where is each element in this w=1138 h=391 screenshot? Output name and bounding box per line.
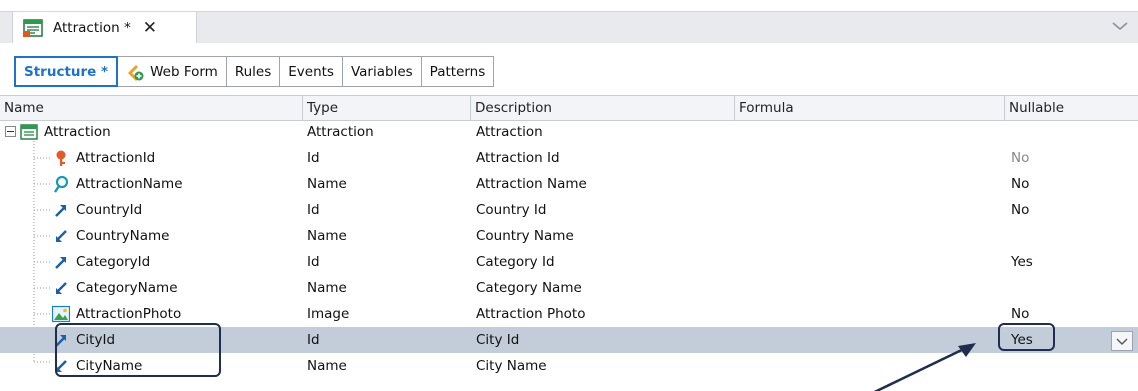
cell-type[interactable]: Image <box>307 301 349 327</box>
cell-description[interactable]: Category Name <box>476 275 582 301</box>
cell-description[interactable]: Attraction Name <box>476 171 587 197</box>
cell-name[interactable]: AttractionId <box>52 145 155 171</box>
cell-nullable[interactable]: No <box>1011 197 1029 223</box>
column-header-type[interactable]: Type <box>303 96 471 120</box>
highlight-box-city-attributes <box>55 323 221 377</box>
tab-events-label: Events <box>288 63 334 80</box>
cell-type[interactable]: Id <box>307 327 320 353</box>
cell-type[interactable]: Id <box>307 249 320 275</box>
tab-rules-label: Rules <box>234 63 272 80</box>
table-row[interactable]: AttractionName Name Attraction Name No <box>0 171 1138 197</box>
document-tab-attraction[interactable]: Attraction * ✕ <box>12 12 197 43</box>
image-icon <box>52 305 70 323</box>
tab-variables[interactable]: Variables <box>343 57 422 86</box>
table-row[interactable]: CategoryId Id Category Id Yes <box>0 249 1138 275</box>
chevron-down-icon <box>1116 338 1128 345</box>
table-row[interactable]: AttractionId Id Attraction Id No <box>0 145 1138 171</box>
cell-description[interactable]: Attraction Id <box>476 145 560 171</box>
cell-nullable[interactable]: No <box>1011 171 1029 197</box>
cell-description[interactable]: Category Id <box>476 249 555 275</box>
tab-web-form-label: Web Form <box>150 63 218 80</box>
cell-description[interactable]: Country Name <box>476 223 574 249</box>
tab-variables-label: Variables <box>350 63 413 80</box>
cell-type[interactable]: Name <box>307 171 347 197</box>
editor-sub-tabs: Structure * Web Form Rules Events Variab… <box>14 56 495 87</box>
inferred-attribute-icon <box>56 282 67 294</box>
index-search-icon <box>54 175 69 193</box>
modified-indicator: * <box>124 19 131 36</box>
cell-description[interactable]: City Id <box>476 327 519 353</box>
cell-type[interactable]: Id <box>307 197 320 223</box>
transaction-icon <box>20 124 38 140</box>
cell-nullable[interactable]: Yes <box>1011 249 1033 275</box>
cell-name[interactable]: AttractionName <box>52 171 183 197</box>
attribute-name: AttractionId <box>76 150 156 166</box>
document-tab-bar: Attraction * ✕ <box>0 11 1138 43</box>
cell-type[interactable]: Name <box>307 223 347 249</box>
primary-key-icon <box>56 150 66 166</box>
inferred-attribute-icon <box>56 230 67 242</box>
tab-patterns[interactable]: Patterns <box>422 57 494 86</box>
collapse-toggle-icon[interactable] <box>5 126 16 137</box>
attribute-name: CountryId <box>76 202 143 218</box>
column-header-description[interactable]: Description <box>471 96 735 120</box>
nullable-dropdown-button[interactable] <box>1111 331 1133 351</box>
foreign-key-icon <box>55 205 66 217</box>
tab-web-form[interactable]: Web Form <box>118 57 227 86</box>
cell-name[interactable]: Attraction <box>20 119 111 145</box>
cell-type[interactable]: Attraction <box>307 119 374 145</box>
annotation-arrow <box>873 343 976 391</box>
tab-patterns-label: Patterns <box>429 63 486 80</box>
table-row[interactable]: Attraction Attraction Attraction <box>0 119 1138 145</box>
attribute-name: CategoryId <box>76 254 151 270</box>
tab-rules[interactable]: Rules <box>227 57 281 86</box>
cell-nullable[interactable]: No <box>1011 145 1029 171</box>
cell-name[interactable]: CategoryId <box>52 249 150 275</box>
chevron-down-icon[interactable] <box>1108 14 1132 38</box>
attribute-name: CountryName <box>76 228 170 244</box>
table-row[interactable]: CategoryName Name Category Name <box>0 275 1138 301</box>
table-row[interactable]: CountryName Name Country Name <box>0 223 1138 249</box>
close-icon[interactable]: ✕ <box>143 18 157 38</box>
foreign-key-icon <box>55 257 66 269</box>
grid-header: Name Type Description Formula Nullable <box>0 95 1138 121</box>
attribute-name: Attraction <box>44 124 111 140</box>
transaction-icon <box>23 18 43 37</box>
attribute-name: AttractionName <box>76 176 183 192</box>
cell-type[interactable]: Id <box>307 145 320 171</box>
cell-name[interactable]: CountryName <box>52 223 169 249</box>
cell-type[interactable]: Name <box>307 275 347 301</box>
column-header-formula[interactable]: Formula <box>735 96 1005 120</box>
attribute-name: CategoryName <box>76 280 178 296</box>
cell-type[interactable]: Name <box>307 353 347 379</box>
web-form-icon <box>128 64 144 81</box>
cell-description[interactable]: Attraction <box>476 119 543 145</box>
cell-description[interactable]: Country Id <box>476 197 546 223</box>
tab-events[interactable]: Events <box>280 57 343 86</box>
cell-description[interactable]: Attraction Photo <box>476 301 586 327</box>
cell-name[interactable]: CategoryName <box>52 275 178 301</box>
cell-description[interactable]: City Name <box>476 353 547 379</box>
table-row[interactable]: CountryId Id Country Id No <box>0 197 1138 223</box>
tab-structure-label: Structure * <box>24 63 109 80</box>
column-header-nullable[interactable]: Nullable <box>1005 96 1138 120</box>
column-header-name[interactable]: Name <box>0 96 303 120</box>
tab-structure[interactable]: Structure * <box>14 56 119 87</box>
document-tab-title: Attraction <box>53 19 120 36</box>
cell-name[interactable]: CountryId <box>52 197 142 223</box>
